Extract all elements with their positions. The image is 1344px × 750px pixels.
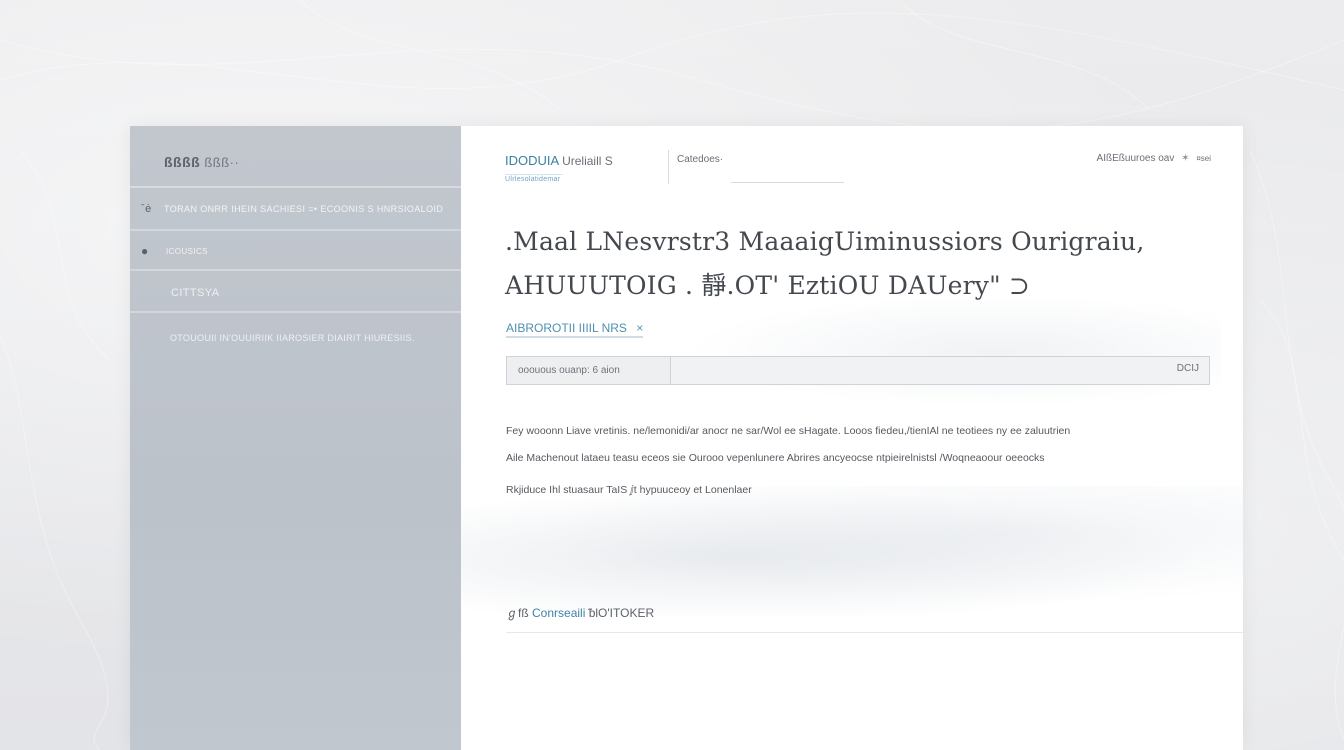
sidebar-logo[interactable]: ßßßß ßßß·· xyxy=(164,154,239,170)
background-haze xyxy=(661,291,1221,411)
main-content: IDODUIA Ureliaill S Ulrlesolatidemar Cat… xyxy=(461,126,1243,750)
close-icon[interactable]: × xyxy=(636,321,643,335)
page-title: .Maal LNesvrstr3 MaaaigUiminussiors Ouri… xyxy=(505,220,1205,308)
brand-tagline: Ulrlesolatidemar xyxy=(505,174,563,183)
nav-underline xyxy=(731,182,844,183)
search-scope-select[interactable]: ooouous ouanp: 6 aion xyxy=(507,357,671,384)
description-line-2: Aile Machenout lataeu teasu eceos sie Ou… xyxy=(506,452,1045,464)
sidebar: ßßßß ßßß·· ˉė TORAN ONRR IHEIN SACHIESI … xyxy=(130,126,461,750)
apple-icon: ● xyxy=(141,244,149,258)
page-title-line-1: .Maal LNesvrstr3 MaaaigUiminussiors Ouri… xyxy=(505,227,1145,256)
sidebar-item-2[interactable]: ● ICOUSICS xyxy=(130,231,461,271)
background-haze xyxy=(461,486,1243,616)
section-filter-link[interactable]: AIBROROTII IIIIL NRS × xyxy=(506,321,644,338)
logo-glyph: ßßßß xyxy=(164,154,201,170)
user-menu[interactable]: AIßEßuuroes oav ✶ ¤sei xyxy=(1097,153,1211,164)
sidebar-item-label: ICOUSICS xyxy=(166,247,208,256)
brand-name: IDODUIA Ureliaill S xyxy=(505,153,613,168)
sidebar-item-3[interactable]: CITTSYA xyxy=(130,271,461,313)
section-filter-label: AIBROROTII IIIIL NRS xyxy=(506,321,627,335)
header-divider xyxy=(668,150,669,184)
search-input[interactable] xyxy=(672,357,1176,386)
brand-name-accent: IDODUIA xyxy=(505,153,559,168)
app-window: ßßßß ßßß·· ˉė TORAN ONRR IHEIN SACHIESI … xyxy=(130,126,1243,750)
sidebar-item-1[interactable]: ˉė TORAN ONRR IHEIN SACHIESI =• ECOONIS … xyxy=(130,188,461,231)
sidebar-item-label: CITTSYA xyxy=(171,287,220,299)
star-icon: ✶ xyxy=(1181,153,1190,164)
description-note: Rkjiduce Ihl stuasaur TaIS ⅉt hypuuceoy … xyxy=(506,484,752,496)
logo-text: ßßß·· xyxy=(204,155,240,170)
search-bar: ooouous ouanp: 6 aion DCIJ xyxy=(506,356,1210,386)
section-icon: ℊfß xyxy=(506,606,529,620)
section-heading-rest: ᵬlO'ITOKER xyxy=(588,606,655,620)
section-heading-accent: Conrseaili xyxy=(532,606,586,620)
description-line-1: Fey wooonn Liave vretinis. ne/lemonidi/a… xyxy=(506,425,1071,437)
brand-name-rest: Ureliaill S xyxy=(562,154,613,168)
sidebar-header: ßßßß ßßß·· xyxy=(130,126,461,188)
brand[interactable]: IDODUIA Ureliaill S Ulrlesolatidemar xyxy=(505,152,613,184)
section-divider xyxy=(506,632,1243,633)
search-button[interactable]: DCIJ xyxy=(1177,363,1199,374)
user-menu-extra: ¤sei xyxy=(1196,154,1211,163)
info-icon: ˉė xyxy=(141,203,152,215)
sidebar-note: OTOUOUII IN'OUUIRIIK IIAROSIER DIAIRIT H… xyxy=(170,333,415,343)
description-text: Fey wooonn Liave vretinis. ne/lemonidi/a… xyxy=(506,418,1226,472)
sidebar-item-label: TORAN ONRR IHEIN SACHIESI =• ECOONIS S H… xyxy=(164,204,444,214)
user-menu-label: AIßEßuuroes oav xyxy=(1096,153,1175,164)
nav-categories-link[interactable]: Catedoes· xyxy=(677,154,723,165)
content-section-heading[interactable]: ℊfß Conrseaili ᵬlO'ITOKER xyxy=(506,604,654,621)
page-title-line-2: AHUUUTOIG . 靜.OT' EztiOU DAUery" ⊃ xyxy=(505,271,1031,300)
